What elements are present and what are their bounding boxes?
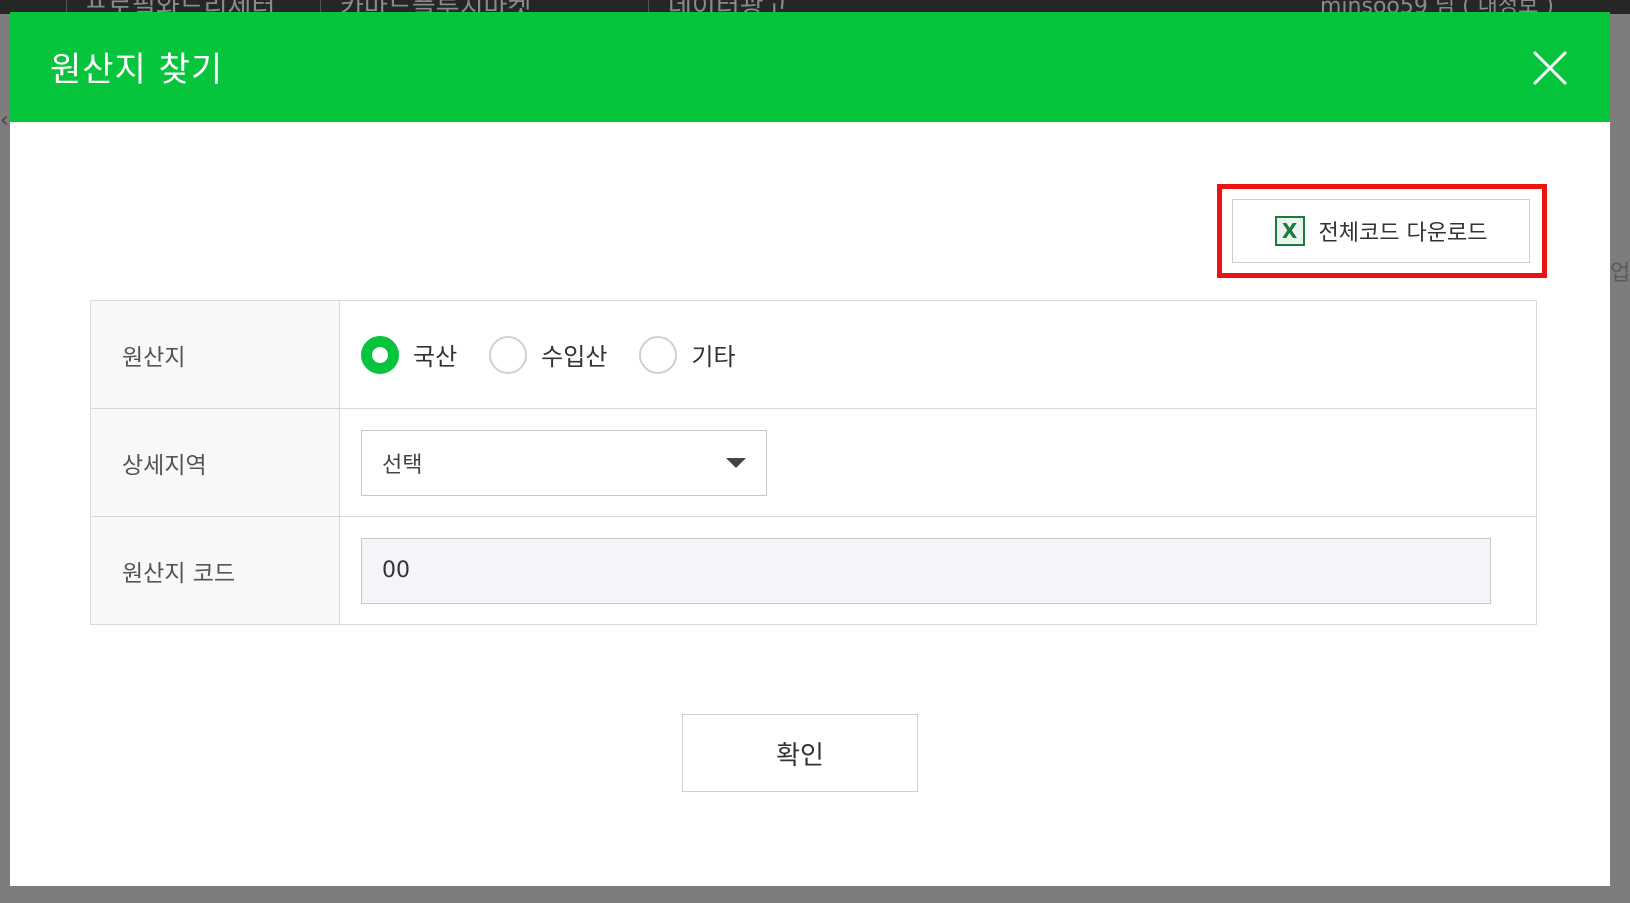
close-button[interactable] xyxy=(1530,48,1570,88)
radio-imported[interactable]: 수입산 xyxy=(489,335,608,374)
region-row-value: 선택 xyxy=(339,408,1537,517)
region-row: 상세지역 선택 xyxy=(90,408,1537,517)
download-all-codes-label: 전체코드 다운로드 xyxy=(1318,221,1488,246)
download-all-codes-button[interactable]: X 전체코드 다운로드 xyxy=(1232,199,1530,263)
background-side-text: 업 xyxy=(1610,261,1630,286)
region-select[interactable]: 선택 xyxy=(361,429,767,496)
close-icon xyxy=(1532,50,1568,86)
caret-down-icon xyxy=(726,457,746,468)
chevron-left-icon: ‹ xyxy=(0,108,9,133)
radio-imported-label: 수입산 xyxy=(541,343,608,371)
radio-unchecked-icon xyxy=(639,335,678,374)
excel-icon: X xyxy=(1274,216,1305,246)
radio-domestic[interactable]: 국산 xyxy=(361,335,458,374)
code-row-label: 원산지 코드 xyxy=(90,516,340,625)
region-select-value: 선택 xyxy=(382,452,423,478)
radio-other-label: 기타 xyxy=(691,343,736,371)
origin-row: 원산지 국산 수입산 기타 xyxy=(90,300,1537,409)
origin-row-label: 원산지 xyxy=(90,300,340,409)
radio-domestic-label: 국산 xyxy=(413,343,458,371)
modal-title: 원산지 찾기 xyxy=(50,50,224,90)
origin-radio-group: 국산 수입산 기타 xyxy=(361,335,1515,374)
region-row-label: 상세지역 xyxy=(90,408,340,517)
code-row-value xyxy=(339,516,1537,625)
origin-form-table: 원산지 국산 수입산 기타 상세지역 선택 원산지 코드 00 xyxy=(90,300,1537,625)
modal-header: 원산지 찾기 xyxy=(10,12,1610,122)
origin-code-input[interactable] xyxy=(361,537,1491,604)
radio-other[interactable]: 기타 xyxy=(639,335,736,374)
origin-search-modal: 원산지 찾기 X 전체코드 다운로드 원산지 국산 수입산 기타 상세지역 선택… xyxy=(10,12,1610,886)
code-row: 원산지 코드 xyxy=(90,516,1537,625)
radio-checked-icon xyxy=(361,335,399,374)
origin-row-value: 국산 수입산 기타 xyxy=(339,300,1537,409)
radio-unchecked-icon xyxy=(489,335,528,374)
confirm-button[interactable]: 확인 xyxy=(682,714,918,792)
